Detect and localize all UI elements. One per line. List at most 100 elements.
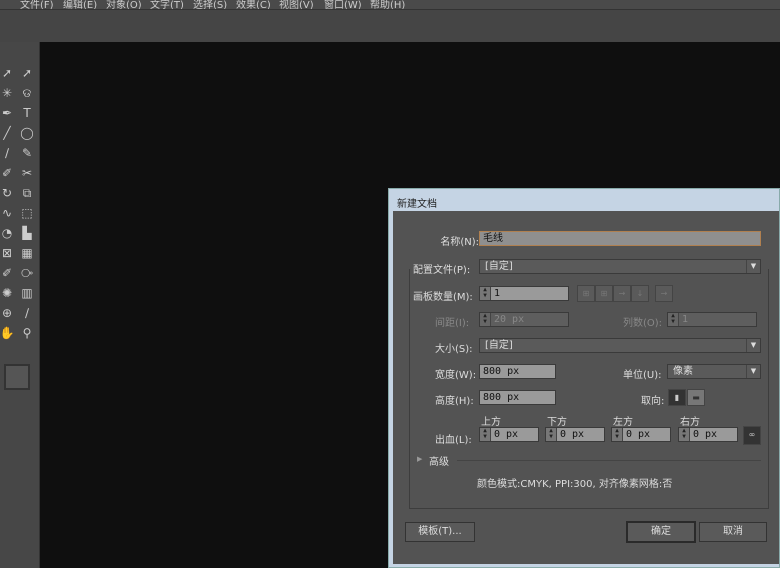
menu-object[interactable]: 对象(O) xyxy=(106,0,142,9)
bleed-top-value: 0 px xyxy=(494,429,519,440)
size-label: 大小(S): xyxy=(435,344,473,355)
mesh-tool-icon[interactable]: ⊠ xyxy=(0,244,16,262)
hand-tool-icon[interactable]: ✋ xyxy=(0,324,16,342)
new-document-dialog: 新建文档 名称(N): 毛线 配置文件(P): [自定] ▼ 画板数量(M): ▲… xyxy=(388,188,780,568)
right-to-left-icon[interactable]: → xyxy=(655,285,673,302)
landscape-icon[interactable]: ▬ xyxy=(687,389,705,406)
type-tool-icon[interactable]: T xyxy=(18,104,36,122)
selection-tool-icon[interactable]: ➚ xyxy=(0,64,16,82)
columns-input[interactable]: ▲ ▼ 1 xyxy=(667,312,757,327)
grid-by-column-icon[interactable]: ⊞ xyxy=(595,285,613,302)
grid-by-row-icon[interactable]: ⊞ xyxy=(577,285,595,302)
bleed-top-input[interactable]: ▲ ▼ 0 px xyxy=(479,427,539,442)
bleed-left-label: 左方 xyxy=(613,417,633,428)
artboards-input[interactable]: ▲ ▼ 1 xyxy=(479,286,569,301)
artboards-value: 1 xyxy=(494,288,501,299)
width-label: 宽度(W): xyxy=(435,370,477,381)
link-bleed-icon[interactable]: ∞ xyxy=(743,426,761,445)
scissors-tool-icon[interactable]: ✂ xyxy=(18,164,36,182)
bleed-label: 出血(L): xyxy=(435,435,472,446)
spacing-label: 间距(I): xyxy=(435,318,470,329)
menu-view[interactable]: 视图(V) xyxy=(279,0,314,9)
bleed-left-input[interactable]: ▲ ▼ 0 px xyxy=(611,427,671,442)
divider xyxy=(457,460,761,461)
profile-label: 配置文件(P): xyxy=(413,265,471,276)
height-input[interactable]: 800 px xyxy=(479,390,556,405)
spacing-value: 20 px xyxy=(494,314,525,325)
pen-tool-icon[interactable]: ✒ xyxy=(0,104,16,122)
menu-select[interactable]: 选择(S) xyxy=(193,0,227,9)
templates-button[interactable]: 模板(T)... xyxy=(405,522,475,542)
stepper-icon[interactable]: ▲ ▼ xyxy=(679,428,690,441)
portrait-icon[interactable]: ▮ xyxy=(668,389,686,406)
menu-edit[interactable]: 编辑(E) xyxy=(63,0,97,9)
units-select[interactable]: 像素 ▼ xyxy=(667,364,761,379)
advanced-toggle[interactable]: 高级 xyxy=(429,453,449,468)
gradient-tool-icon[interactable]: ▦ xyxy=(18,244,36,262)
artboard-tool-icon[interactable]: ⊕ xyxy=(0,304,16,322)
name-label: 名称(N): xyxy=(440,237,479,248)
bleed-right-label: 右方 xyxy=(680,417,700,428)
column-graph-tool-icon[interactable]: ▥ xyxy=(18,284,36,302)
stepper-icon[interactable]: ▲ ▼ xyxy=(480,313,491,326)
line-tool-icon[interactable]: ╱ xyxy=(0,124,16,142)
eyedropper-tool-icon[interactable]: ✐ xyxy=(0,264,16,282)
ok-button[interactable]: 确定 xyxy=(626,521,696,543)
menu-file[interactable]: 文件(F) xyxy=(20,0,54,9)
blob-brush-tool-icon[interactable]: ✐ xyxy=(0,164,16,182)
perspective-grid-tool-icon[interactable]: ▙ xyxy=(18,224,36,242)
bleed-bottom-value: 0 px xyxy=(560,429,585,440)
chevron-down-icon: ▼ xyxy=(746,365,760,378)
direct-selection-tool-icon[interactable]: ➚ xyxy=(18,64,36,82)
menu-bar: 文件(F) 编辑(E) 对象(O) 文字(T) 选择(S) 效果(C) 视图(V… xyxy=(0,0,780,9)
stepper-icon[interactable]: ▲ ▼ xyxy=(480,287,491,300)
size-select[interactable]: [自定] ▼ xyxy=(479,338,761,353)
height-label: 高度(H): xyxy=(435,396,474,407)
magic-wand-tool-icon[interactable]: ✳ xyxy=(0,84,16,102)
symbol-sprayer-tool-icon[interactable]: ✺ xyxy=(0,284,16,302)
size-value: [自定] xyxy=(485,340,513,351)
bleed-bottom-label: 下方 xyxy=(547,417,567,428)
units-value: 像素 xyxy=(673,366,693,377)
zoom-tool-icon[interactable]: ⚲ xyxy=(18,324,36,342)
artboards-label: 画板数量(M): xyxy=(413,292,473,303)
chevron-down-icon: ▼ xyxy=(746,260,760,273)
pencil-tool-icon[interactable]: ✎ xyxy=(18,144,36,162)
cancel-button[interactable]: 取消 xyxy=(699,522,767,542)
width-input[interactable]: 800 px xyxy=(479,364,556,379)
ellipse-tool-icon[interactable]: ◯ xyxy=(18,124,36,142)
rotate-tool-icon[interactable]: ↻ xyxy=(0,184,16,202)
menu-help[interactable]: 帮助(H) xyxy=(370,0,405,9)
bleed-top-label: 上方 xyxy=(481,417,501,428)
expand-triangle-icon[interactable]: ▶ xyxy=(417,455,422,463)
slice-tool-icon[interactable]: ∕ xyxy=(18,304,36,322)
dialog-title: 新建文档 xyxy=(397,199,437,210)
name-input[interactable]: 毛线 xyxy=(479,231,761,246)
arrange-by-row-icon[interactable]: → xyxy=(613,285,631,302)
lasso-tool-icon[interactable]: ଡ xyxy=(18,84,36,102)
profile-value: [自定] xyxy=(485,261,513,272)
tools-panel: ➚ ➚ ✳ ଡ ✒ T ╱ ◯ ∕ ✎ ✐ ✂ ↻ ⧉ ∿ ⬚ ◔ ▙ ⊠ ▦ ✐ ⧂ ✺ ▥ ⊕ ∕ ✋ ⚲ xyxy=(0,42,40,568)
profile-select[interactable]: [自定] ▼ xyxy=(479,259,761,274)
scale-tool-icon[interactable]: ⧉ xyxy=(18,184,36,202)
bleed-left-value: 0 px xyxy=(626,429,651,440)
free-transform-tool-icon[interactable]: ⬚ xyxy=(18,204,36,222)
fill-stroke-swatch[interactable] xyxy=(4,364,30,390)
orientation-label: 取向: xyxy=(641,396,665,407)
warp-tool-icon[interactable]: ∿ xyxy=(0,204,16,222)
menu-effect[interactable]: 效果(C) xyxy=(236,0,271,9)
stepper-icon[interactable]: ▲ ▼ xyxy=(612,428,623,441)
arrange-by-column-icon[interactable]: ↓ xyxy=(631,285,649,302)
stepper-icon[interactable]: ▲ ▼ xyxy=(480,428,491,441)
spacing-input[interactable]: ▲ ▼ 20 px xyxy=(479,312,569,327)
menu-window[interactable]: 窗口(W) xyxy=(324,0,362,9)
stepper-icon[interactable]: ▲ ▼ xyxy=(668,313,679,326)
blend-tool-icon[interactable]: ⧂ xyxy=(18,264,36,282)
paintbrush-tool-icon[interactable]: ∕ xyxy=(0,144,16,162)
stepper-icon[interactable]: ▲ ▼ xyxy=(546,428,557,441)
columns-label: 列数(O): xyxy=(623,318,663,329)
shape-builder-tool-icon[interactable]: ◔ xyxy=(0,224,16,242)
menu-type[interactable]: 文字(T) xyxy=(150,0,184,9)
bleed-bottom-input[interactable]: ▲ ▼ 0 px xyxy=(545,427,605,442)
bleed-right-input[interactable]: ▲ ▼ 0 px xyxy=(678,427,738,442)
